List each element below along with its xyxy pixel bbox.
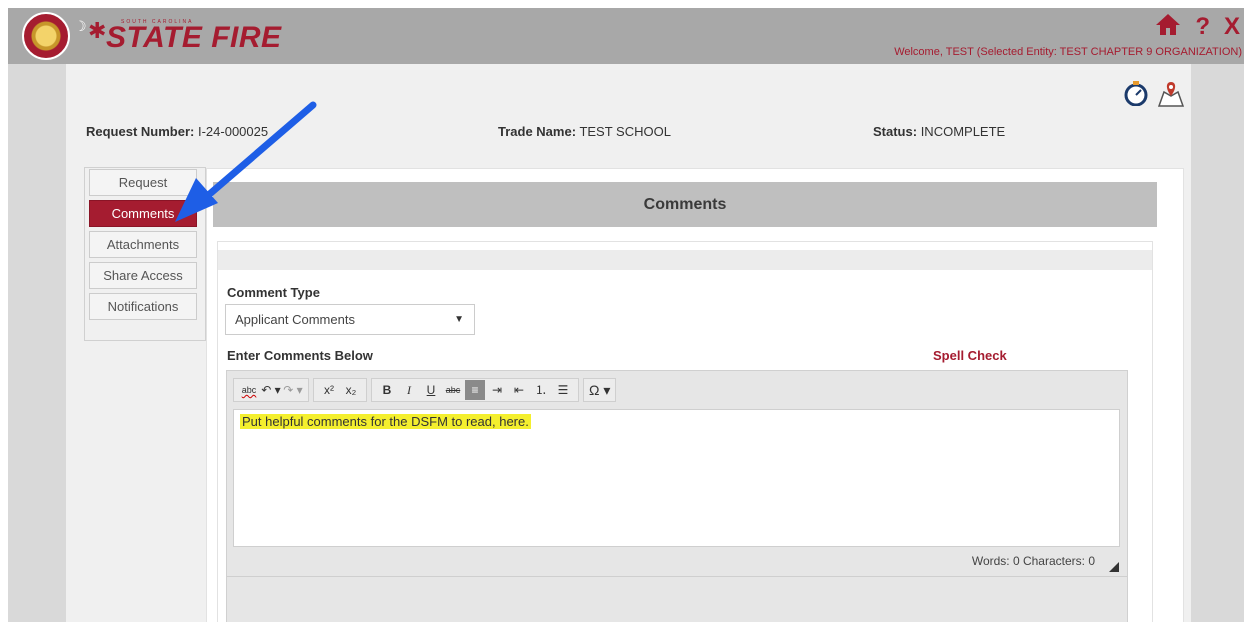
map-pin-icon[interactable] [1157,80,1185,107]
main-card: Request Number: I-24-000025 Trade Name: … [66,64,1191,622]
comment-type-value: Applicant Comments [235,312,355,327]
side-tabs: Request Comments Attachments Share Acces… [86,169,206,324]
palmetto-tree-icon: ✱ [88,18,107,43]
home-icon[interactable] [1155,12,1181,42]
trade-name-label: Trade Name: [498,124,577,139]
spell-check-link[interactable]: Spell Check [933,348,1007,363]
editor-toolbar: abc ↶ ▾ ↷ ▾ x² x₂ B I U abc ≡ ⇥ ⇤ ⒈ ☰ Ω … [233,377,620,403]
special-character-icon[interactable]: Ω ▾ [589,380,610,400]
undo-icon[interactable]: ↶ ▾ [261,380,281,400]
indent-icon[interactable]: ⇥ [487,380,507,400]
trade-name: Trade Name: TEST SCHOOL [498,124,671,139]
request-number-label: Request Number: [86,124,195,139]
logo-title: STATE FIRE [106,21,282,54]
spell-check-icon[interactable]: abc [239,380,259,400]
comment-text: Put helpful comments for the DSFM to rea… [240,414,531,429]
welcome-text: Welcome, TEST (Selected Entity: TEST CHA… [894,46,1242,58]
app-frame: ☽ ✱ SOUTH CAROLINA STATE FIRE ? X Welcom… [8,8,1244,622]
align-icon[interactable]: ≡ [465,380,485,400]
help-icon[interactable]: ? [1195,14,1210,40]
comment-type-label: Comment Type [227,285,320,300]
request-number: Request Number: I-24-000025 [86,124,268,139]
bold-icon[interactable]: B [377,380,397,400]
request-number-value: I-24-000025 [197,124,269,139]
status-label: Status: [873,124,918,139]
trade-name-value: TEST SCHOOL [579,124,671,139]
toolbar-group-insert: Ω ▾ [583,378,617,402]
tab-notifications[interactable]: Notifications [89,293,197,320]
superscript-icon[interactable]: x² [319,380,339,400]
comments-form: Comment Type Applicant Comments ▼ Enter … [217,241,1153,622]
header-nav: ? X [1155,12,1240,42]
redo-icon[interactable]: ↷ ▾ [283,380,303,400]
form-strip [218,250,1152,270]
subscript-icon[interactable]: x₂ [341,380,361,400]
status: Status: INCOMPLETE [873,124,1005,139]
content-panel: Comments Comment Type Applicant Comments… [206,168,1184,622]
top-header: ☽ ✱ SOUTH CAROLINA STATE FIRE ? X Welcom… [8,8,1244,64]
word-count: Words: 0 Characters: 0 [971,554,1095,568]
chevron-down-icon: ▼ [454,314,464,325]
comment-textarea[interactable]: Put helpful comments for the DSFM to rea… [233,409,1120,547]
enter-comments-label: Enter Comments Below [227,348,373,363]
stopwatch-icon[interactable] [1123,80,1149,107]
resize-handle-icon[interactable] [1109,562,1119,572]
header-tools [1123,80,1185,107]
close-icon[interactable]: X [1224,14,1240,40]
strikethrough-icon[interactable]: abc [443,380,463,400]
ordered-list-icon[interactable]: ⒈ [531,380,551,400]
outdent-icon[interactable]: ⇤ [509,380,529,400]
tab-share-access[interactable]: Share Access [89,262,197,289]
toolbar-group-script: x² x₂ [313,378,367,402]
status-value: INCOMPLETE [920,124,1006,139]
underline-icon[interactable]: U [421,380,441,400]
italic-icon[interactable]: I [399,380,419,400]
bullet-list-icon[interactable]: ☰ [553,380,573,400]
comment-type-select[interactable]: Applicant Comments ▼ [225,304,475,335]
crescent-moon-icon: ☽ [74,18,87,34]
state-fire-seal-logo [22,12,70,60]
editor-divider [227,576,1127,577]
toolbar-group-format: B I U abc ≡ ⇥ ⇤ ⒈ ☰ [371,378,579,402]
rich-text-editor: abc ↶ ▾ ↷ ▾ x² x₂ B I U abc ≡ ⇥ ⇤ ⒈ ☰ Ω … [226,370,1128,622]
tab-comments[interactable]: Comments [89,200,197,227]
panel-title: Comments [213,182,1157,227]
toolbar-group-history: abc ↶ ▾ ↷ ▾ [233,378,309,402]
tab-request[interactable]: Request [89,169,197,196]
tab-attachments[interactable]: Attachments [89,231,197,258]
